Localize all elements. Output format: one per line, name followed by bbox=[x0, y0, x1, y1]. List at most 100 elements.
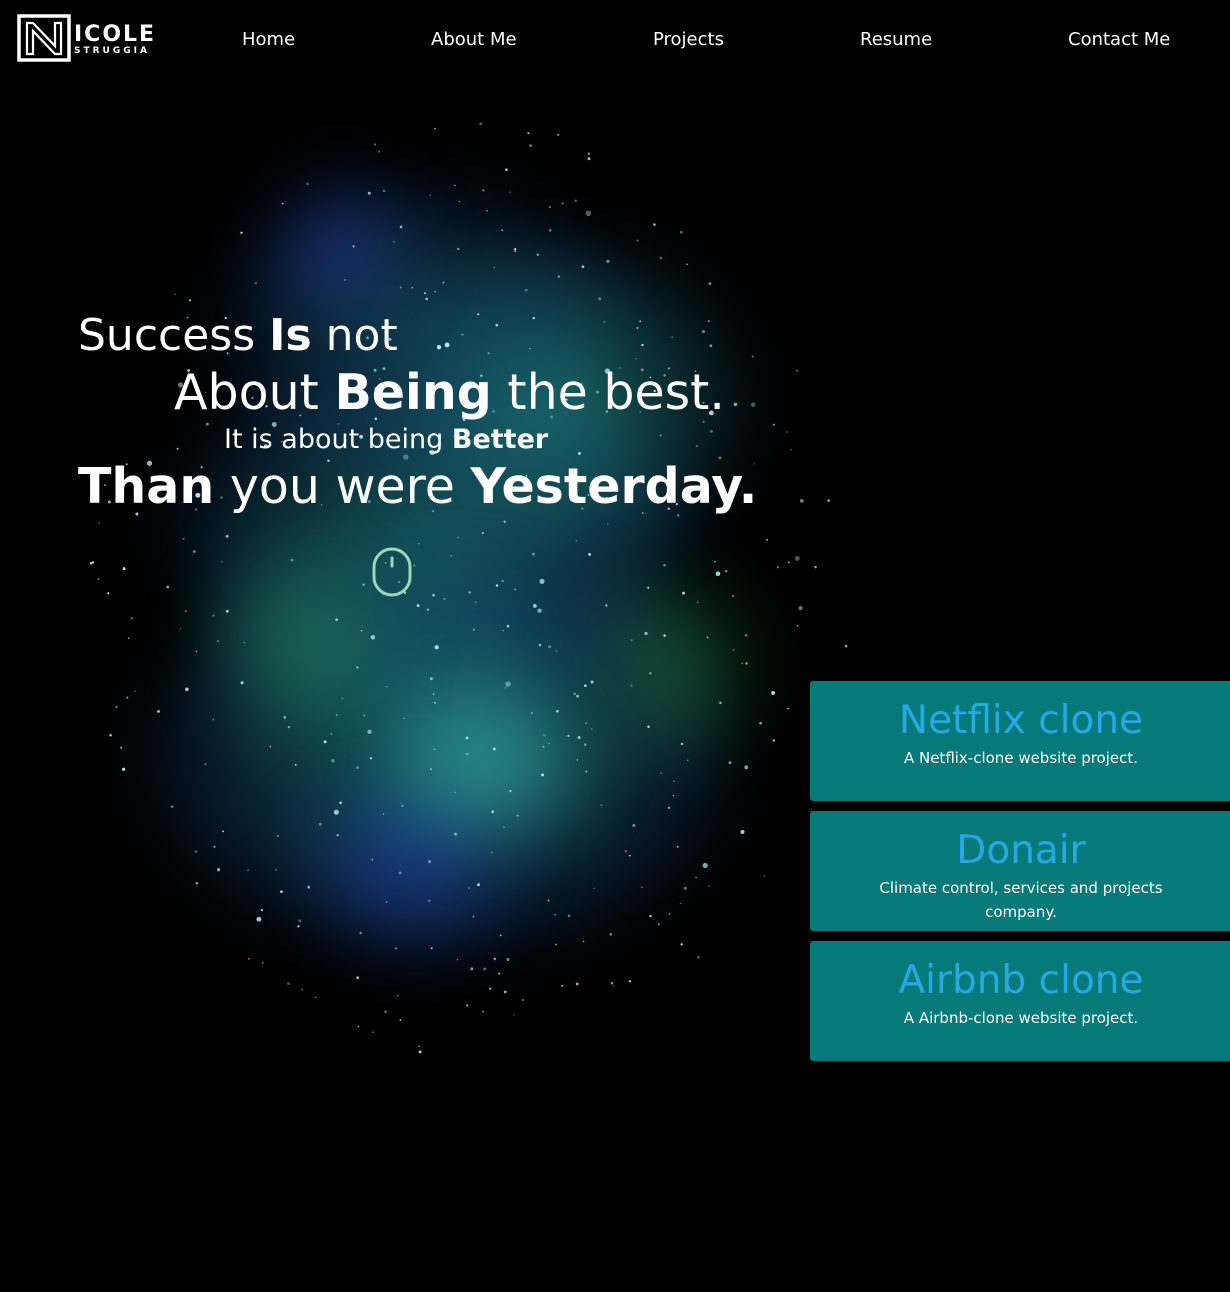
nav-resume[interactable]: Resume bbox=[860, 29, 932, 50]
star bbox=[702, 862, 708, 869]
star bbox=[744, 765, 749, 770]
star bbox=[185, 687, 189, 692]
star bbox=[240, 231, 243, 234]
star bbox=[533, 604, 537, 608]
project-title[interactable]: Airbnb clone bbox=[810, 960, 1230, 1002]
star bbox=[157, 709, 160, 713]
star bbox=[352, 245, 355, 248]
star bbox=[193, 550, 196, 553]
star bbox=[606, 259, 610, 264]
star bbox=[786, 431, 789, 433]
star bbox=[121, 767, 126, 771]
star bbox=[707, 320, 710, 323]
star bbox=[573, 692, 576, 695]
star bbox=[636, 326, 639, 330]
star bbox=[195, 881, 199, 885]
star bbox=[590, 680, 594, 684]
star bbox=[283, 716, 286, 719]
star bbox=[335, 618, 338, 622]
star bbox=[216, 868, 220, 872]
star bbox=[671, 336, 673, 338]
nav-about-me[interactable]: About Me bbox=[431, 29, 517, 50]
star bbox=[702, 420, 705, 423]
star bbox=[587, 152, 590, 155]
star bbox=[731, 595, 735, 598]
project-card-donair[interactable]: Donair Climate control, services and pro… bbox=[810, 811, 1230, 931]
star bbox=[456, 958, 459, 961]
star bbox=[709, 344, 713, 347]
star bbox=[344, 279, 346, 281]
project-card-airbnb[interactable]: Airbnb clone A Airbnb-clone website proj… bbox=[810, 941, 1230, 1061]
star bbox=[491, 810, 495, 814]
site-logo[interactable]: ICOLE STRUGGIA bbox=[17, 13, 157, 63]
star bbox=[744, 633, 748, 637]
star bbox=[659, 256, 663, 260]
star bbox=[593, 887, 596, 890]
star bbox=[287, 982, 290, 986]
star bbox=[628, 980, 632, 983]
star bbox=[475, 601, 477, 603]
star bbox=[356, 766, 359, 769]
star bbox=[672, 794, 675, 797]
star bbox=[411, 286, 413, 289]
star bbox=[538, 643, 542, 647]
star bbox=[442, 281, 445, 284]
mouse-scroll-icon[interactable] bbox=[372, 547, 412, 597]
star bbox=[318, 822, 322, 826]
star bbox=[733, 402, 738, 407]
star bbox=[128, 637, 130, 639]
star bbox=[647, 586, 650, 589]
star bbox=[576, 694, 579, 698]
star bbox=[436, 345, 442, 350]
star bbox=[428, 899, 431, 902]
star bbox=[482, 189, 485, 192]
star bbox=[425, 297, 428, 301]
star bbox=[126, 696, 129, 699]
star bbox=[336, 834, 339, 837]
project-title[interactable]: Donair bbox=[810, 830, 1230, 872]
star bbox=[495, 584, 499, 587]
star bbox=[527, 132, 530, 135]
star bbox=[567, 734, 570, 737]
star bbox=[504, 687, 507, 689]
star bbox=[679, 902, 682, 905]
star bbox=[413, 564, 416, 567]
star bbox=[772, 423, 776, 426]
project-description: A Airbnb-clone website project. bbox=[903, 1009, 1139, 1027]
star bbox=[501, 229, 504, 232]
logo-text: ICOLE STRUGGIA bbox=[74, 23, 156, 56]
star bbox=[680, 742, 684, 746]
star bbox=[416, 604, 420, 608]
star bbox=[373, 143, 376, 146]
star bbox=[213, 845, 216, 848]
star bbox=[498, 972, 501, 975]
star bbox=[339, 801, 343, 805]
nav-home[interactable]: Home bbox=[242, 29, 295, 50]
star bbox=[668, 806, 671, 810]
star bbox=[454, 184, 456, 187]
star bbox=[398, 871, 402, 875]
star bbox=[506, 624, 510, 628]
project-title[interactable]: Netflix clone bbox=[810, 700, 1230, 742]
star bbox=[174, 293, 177, 296]
star bbox=[483, 967, 487, 971]
star bbox=[576, 759, 579, 761]
star bbox=[506, 958, 510, 961]
star bbox=[673, 780, 675, 782]
star bbox=[428, 860, 431, 863]
star bbox=[787, 561, 790, 564]
star bbox=[204, 763, 207, 766]
star bbox=[314, 996, 317, 999]
star bbox=[222, 830, 225, 833]
star bbox=[587, 157, 591, 161]
star bbox=[109, 734, 112, 737]
star bbox=[393, 240, 395, 243]
star bbox=[188, 299, 192, 302]
nav-projects[interactable]: Projects bbox=[653, 29, 724, 50]
project-description: Climate control, services and projects c… bbox=[879, 879, 1163, 921]
star bbox=[182, 537, 185, 540]
star bbox=[725, 570, 728, 573]
star bbox=[287, 726, 290, 729]
project-card-netflix[interactable]: Netflix clone A Netflix-clone website pr… bbox=[810, 681, 1230, 801]
nav-contact-me[interactable]: Contact Me bbox=[1068, 29, 1170, 50]
